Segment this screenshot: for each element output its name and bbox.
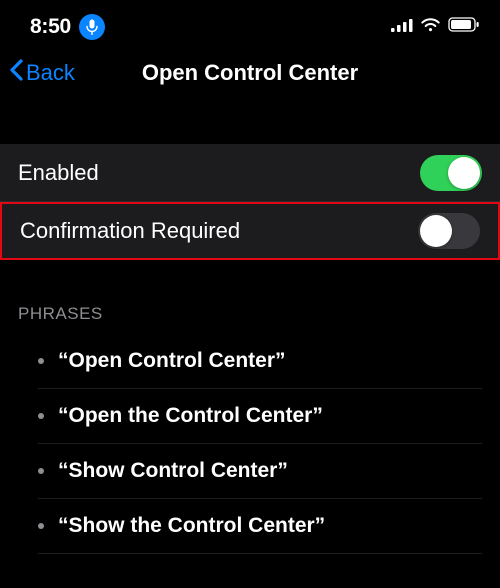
status-bar: 8:50 — [0, 0, 500, 48]
confirmation-required-label: Confirmation Required — [20, 218, 240, 244]
status-time: 8:50 — [30, 15, 71, 39]
bullet-icon — [38, 413, 44, 419]
phrase-text: “Show Control Center” — [58, 459, 288, 483]
phrase-item: “Show the Control Center” — [38, 499, 482, 554]
page-title: Open Control Center — [142, 60, 358, 86]
enabled-label: Enabled — [18, 160, 99, 186]
phrase-item: “Open the Control Center” — [38, 389, 482, 444]
cellular-signal-icon — [391, 18, 413, 37]
status-left: 8:50 — [30, 14, 105, 40]
content-area: Enabled Confirmation Required PHRASES “O… — [0, 104, 500, 554]
confirmation-required-row: Confirmation Required — [0, 202, 500, 260]
toggle-knob — [420, 215, 452, 247]
navigation-bar: Back Open Control Center — [0, 48, 500, 104]
back-button[interactable]: Back — [8, 58, 75, 88]
enabled-toggle[interactable] — [420, 155, 482, 191]
phrase-text: “Open Control Center” — [58, 349, 286, 373]
phrase-text: “Open the Control Center” — [58, 404, 323, 428]
bullet-icon — [38, 523, 44, 529]
status-right — [391, 17, 480, 37]
toggle-knob — [448, 157, 480, 189]
wifi-icon — [420, 17, 441, 37]
battery-icon — [448, 17, 480, 37]
phrase-item: “Open Control Center” — [38, 334, 482, 389]
phrases-section-header: PHRASES — [0, 260, 500, 334]
microphone-active-icon — [79, 14, 105, 40]
back-label: Back — [26, 60, 75, 86]
chevron-left-icon — [8, 58, 24, 88]
bullet-icon — [38, 358, 44, 364]
phrase-text: “Show the Control Center” — [58, 514, 325, 538]
bullet-icon — [38, 468, 44, 474]
confirmation-required-toggle[interactable] — [418, 213, 480, 249]
enabled-row: Enabled — [0, 144, 500, 202]
phrase-item: “Show Control Center” — [38, 444, 482, 499]
phrase-list: “Open Control Center” “Open the Control … — [0, 334, 500, 554]
